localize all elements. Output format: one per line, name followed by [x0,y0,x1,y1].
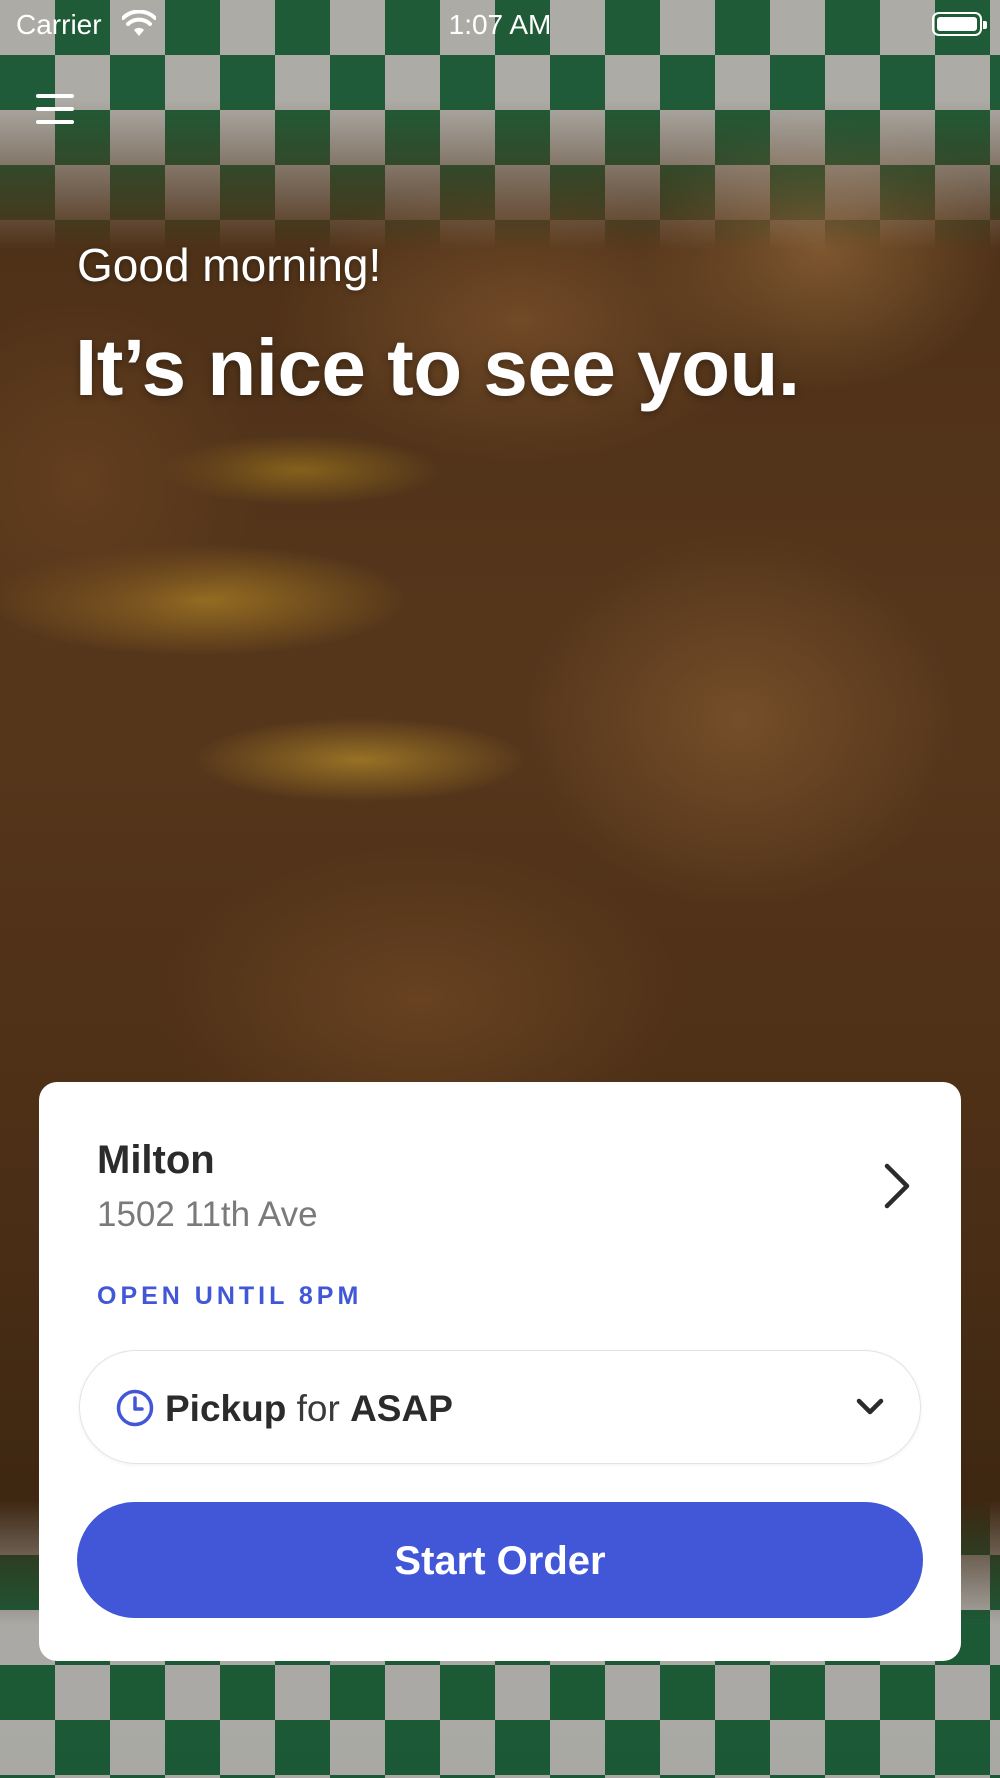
battery-icon [932,12,987,36]
order-time: ASAP [350,1388,453,1429]
order-mode: Pickup [165,1388,287,1429]
clock-icon [116,1389,154,1427]
order-type-selector[interactable]: Pickup for ASAP [79,1350,921,1464]
greeting-subtitle: Good morning! [77,239,382,291]
order-connector: for [296,1388,340,1429]
start-order-button[interactable]: Start Order [77,1502,923,1618]
chevron-down-icon [856,1398,884,1415]
greeting-title: It’s nice to see you. [75,323,800,412]
hours-status: OPEN UNTIL 8PM [97,1282,363,1310]
status-bar: Carrier 1:07 AM [0,0,1000,50]
chevron-right-icon[interactable] [871,1158,921,1214]
clock-time: 1:07 AM [448,9,552,40]
hamburger-menu-icon[interactable] [36,94,80,134]
location-name: Milton [97,1138,215,1182]
order-type-label: Pickup for ASAP [165,1388,453,1430]
location-card: Milton 1502 11th Ave OPEN UNTIL 8PM Pick… [39,1082,961,1661]
location-address: 1502 11th Ave [97,1195,318,1234]
